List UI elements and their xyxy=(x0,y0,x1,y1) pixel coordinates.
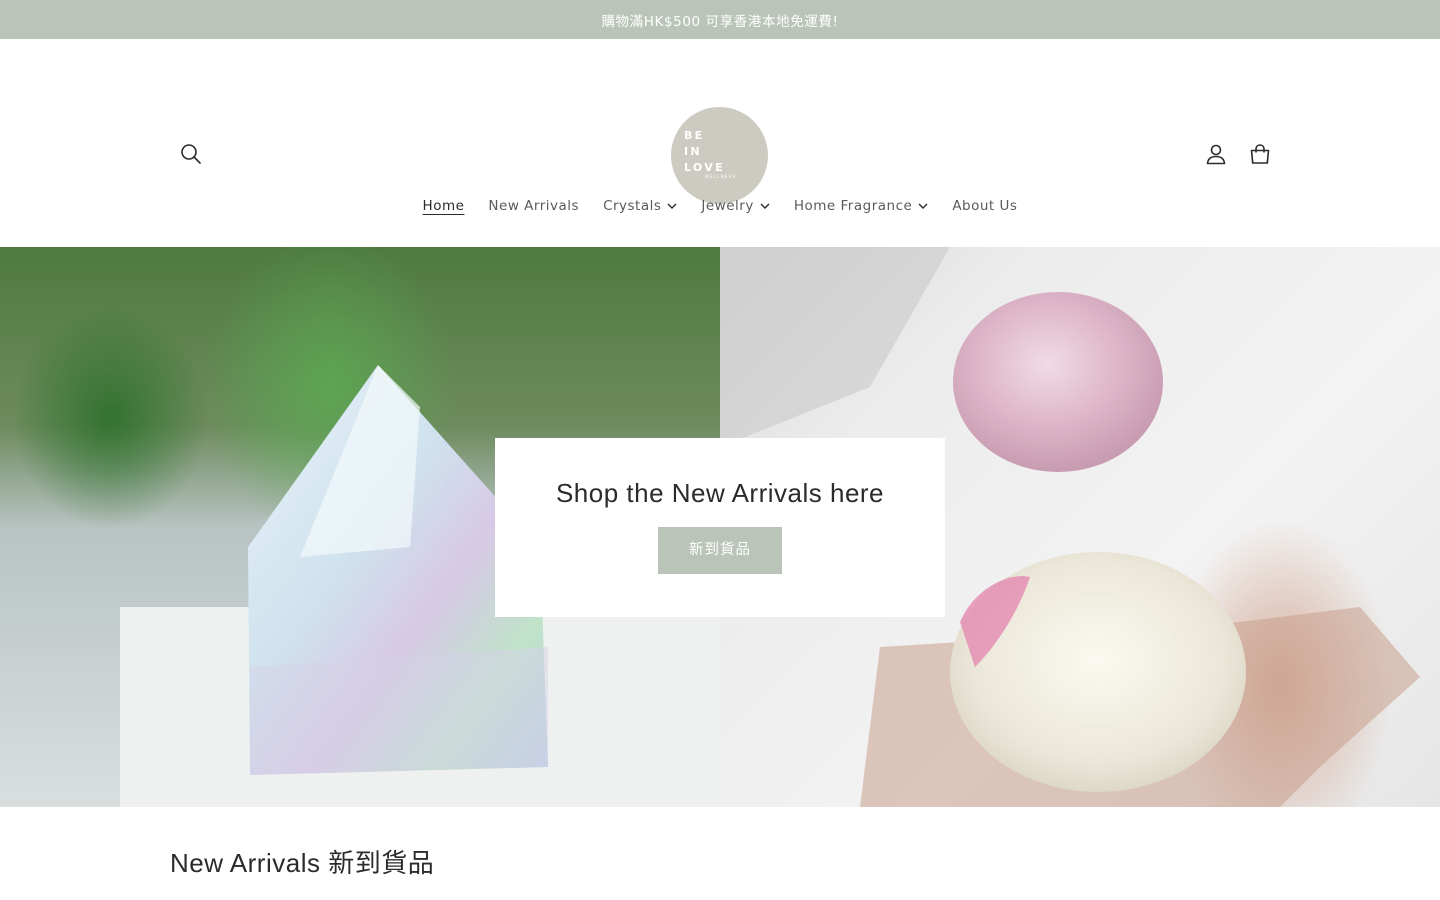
nav-item-about-us[interactable]: About Us xyxy=(940,198,1029,214)
announcement-bar: 購物滿HK$500 可享香港本地免運費! xyxy=(0,0,1440,39)
nav-item-home-fragrance[interactable]: Home Fragrance xyxy=(782,198,940,214)
announcement-text: 購物滿HK$500 可享香港本地免運費! xyxy=(601,13,839,30)
nav-item-label: Home xyxy=(422,198,465,214)
nav-item-crystals[interactable]: Crystals xyxy=(591,198,689,214)
chevron-down-icon xyxy=(760,203,770,209)
cart-button[interactable] xyxy=(1238,131,1282,177)
nav-item-label: Crystals xyxy=(603,198,662,214)
account-button[interactable] xyxy=(1194,131,1238,177)
logo-line-1: BE xyxy=(684,129,705,142)
chevron-down-icon xyxy=(667,203,677,209)
search-button[interactable] xyxy=(168,131,214,177)
nav-item-new-arrivals[interactable]: New Arrivals xyxy=(476,198,591,214)
logo[interactable]: BE IN LOVE WELLNESS xyxy=(671,107,768,204)
nav-item-label: New Arrivals xyxy=(488,198,580,214)
cart-icon xyxy=(1250,144,1270,164)
section-title: New Arrivals 新到貨品 xyxy=(170,848,435,878)
logo-line-3: LOVE xyxy=(684,161,725,174)
hero-content-box: Shop the New Arrivals here 新到貨品 xyxy=(495,438,945,617)
logo-subline: WELLNESS xyxy=(705,174,737,179)
hero-banner: Shop the New Arrivals here 新到貨品 xyxy=(0,247,1440,807)
nav-item-label: About Us xyxy=(952,198,1018,214)
nav-item-home[interactable]: Home xyxy=(411,198,477,214)
search-icon xyxy=(181,144,201,164)
nav-item-label: Jewelry xyxy=(701,198,754,214)
hero-heading: Shop the New Arrivals here xyxy=(555,478,885,508)
account-icon xyxy=(1206,144,1226,165)
nav-item-label: Home Fragrance xyxy=(793,198,913,214)
site-header: BE IN LOVE WELLNESS Home New Arrivals Cr… xyxy=(0,39,1440,247)
main-nav: Home New Arrivals Crystals Jewelry Home … xyxy=(0,192,1440,220)
hero-cta-button[interactable]: 新到貨品 xyxy=(658,527,782,574)
logo-line-2: IN xyxy=(684,145,702,158)
chevron-down-icon xyxy=(918,203,928,209)
nav-item-jewelry[interactable]: Jewelry xyxy=(689,198,781,214)
